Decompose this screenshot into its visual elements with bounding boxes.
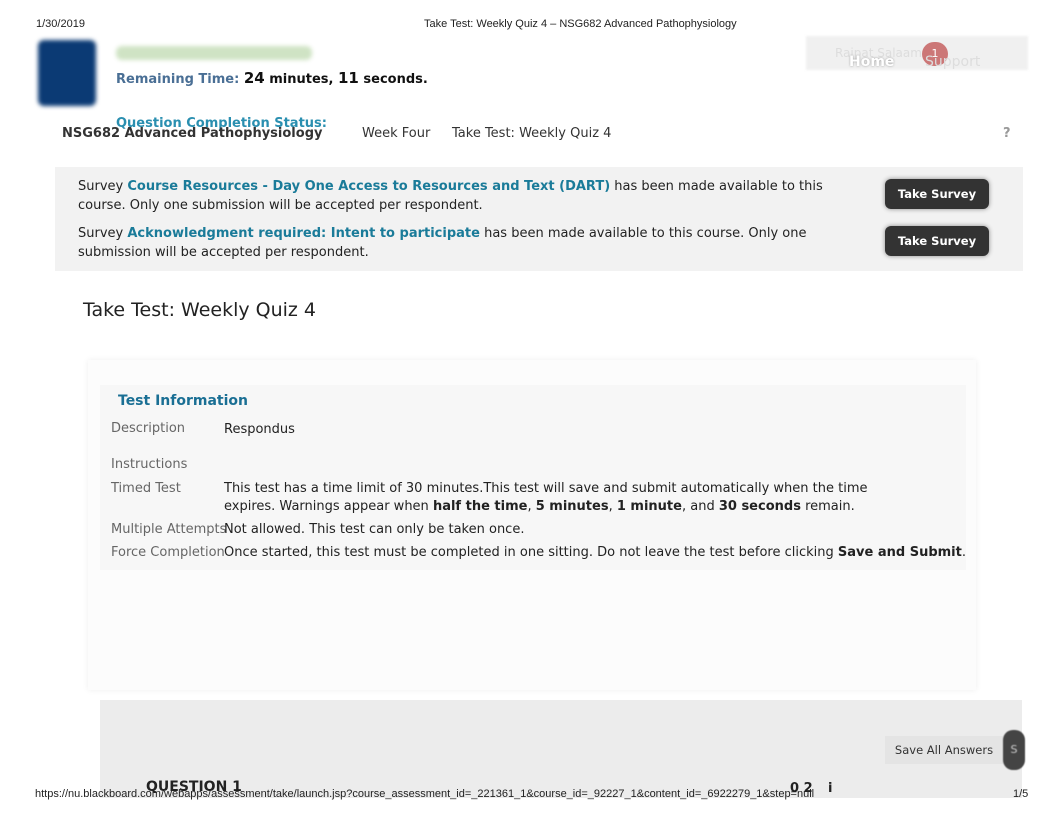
breadcrumb-week[interactable]: Week Four	[362, 126, 430, 141]
force-text: Once started, this test must be complete…	[224, 545, 838, 560]
print-page: 1/5	[1013, 788, 1029, 800]
survey-notice: Survey Course Resources - Day One Access…	[78, 177, 868, 215]
progress-bar	[116, 46, 312, 60]
seconds-unit: seconds.	[363, 72, 428, 87]
timed-text: , and	[681, 499, 719, 514]
attempts-value: Not allowed. This test can only be taken…	[224, 522, 525, 537]
test-information	[100, 385, 966, 570]
print-title: Take Test: Weekly Quiz 4 – NSG682 Advanc…	[424, 18, 737, 30]
force-completion-value: Once started, this test must be complete…	[224, 544, 984, 562]
survey-link[interactable]: Course Resources - Day One Access to Res…	[127, 179, 610, 194]
test-info-heading[interactable]: Test Information	[118, 393, 248, 409]
remaining-time-label: Remaining Time:	[116, 72, 240, 87]
attempts-label: Multiple Attempts	[111, 522, 227, 537]
force-completion-label: Force Completion	[111, 545, 225, 560]
minutes-unit: minutes,	[269, 72, 334, 87]
print-url: https://nu.blackboard.com/webapps/assess…	[35, 788, 815, 800]
survey-link[interactable]: Acknowledgment required: Intent to parti…	[127, 226, 480, 241]
instructions-label: Instructions	[111, 457, 188, 472]
take-survey-button[interactable]: Take Survey	[885, 179, 989, 209]
timed-bold: 5 minutes	[535, 499, 609, 514]
help-icon[interactable]: ?	[1003, 126, 1011, 141]
home-link[interactable]: Home	[849, 54, 894, 70]
page-title: Take Test: Weekly Quiz 4	[83, 299, 317, 321]
print-date: 1/30/2019	[36, 18, 85, 30]
timed-bold: 30 seconds	[718, 499, 801, 514]
seconds: 11	[338, 69, 359, 87]
timed-bold: half the time	[432, 499, 528, 514]
breadcrumb-test: Take Test: Weekly Quiz 4	[452, 126, 612, 141]
timed-bold: 1 minute	[616, 499, 682, 514]
timed-text: ,	[527, 499, 536, 514]
timed-text: ,	[608, 499, 617, 514]
description-label: Description	[111, 421, 186, 436]
timed-test-value: This test has a time limit of 30 minutes…	[224, 480, 874, 516]
survey-prefix: Survey	[78, 226, 124, 241]
timed-test-label: Timed Test	[111, 481, 181, 496]
force-bold: Save and Submit	[837, 545, 962, 560]
support-link[interactable]: Support	[925, 54, 980, 70]
timed-text: remain.	[800, 499, 855, 514]
force-text: .	[961, 545, 966, 560]
description-value: Respondus	[224, 422, 295, 437]
breadcrumb-course[interactable]: NSG682 Advanced Pathophysiology	[62, 126, 322, 141]
logo	[38, 40, 96, 106]
minutes: 24	[243, 69, 265, 87]
survey-prefix: Survey	[78, 179, 124, 194]
take-survey-button[interactable]: Take Survey	[885, 226, 989, 256]
save-and-submit-button[interactable]: S	[1003, 730, 1025, 770]
save-all-answers-button[interactable]: Save All Answers	[885, 736, 1003, 764]
remaining-time: Remaining Time: 24 minutes, 11 seconds.	[116, 69, 428, 87]
info-icon[interactable]: i	[828, 781, 832, 796]
survey-notice: Survey Acknowledgment required: Intent t…	[78, 224, 868, 262]
